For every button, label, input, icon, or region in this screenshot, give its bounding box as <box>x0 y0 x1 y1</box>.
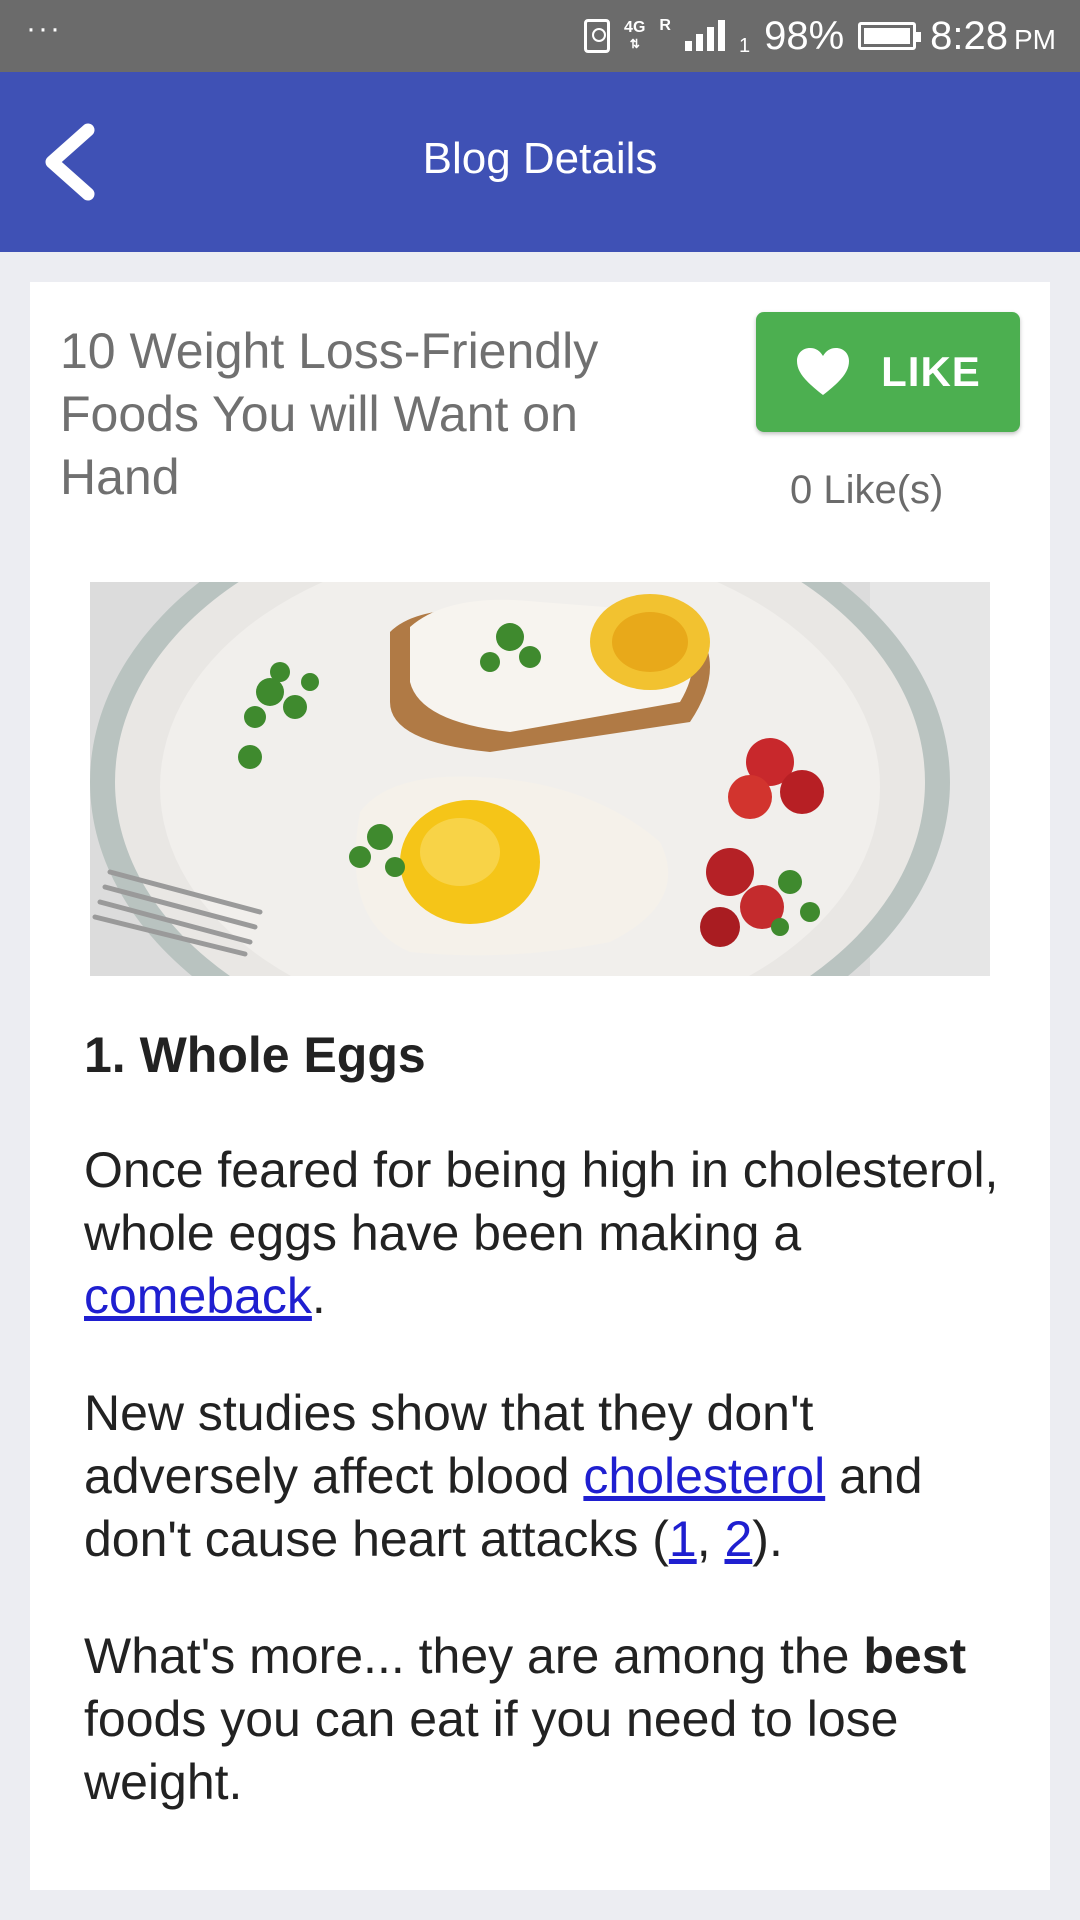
roaming-indicator: R <box>659 17 671 34</box>
article-paragraph: New studies show that they don't adverse… <box>84 1382 1004 1571</box>
reference-link-1[interactable]: 1 <box>669 1511 697 1567</box>
paragraph-text: , <box>696 1511 725 1567</box>
like-button[interactable]: LIKE <box>756 312 1020 432</box>
article-heading: 1. Whole Eggs <box>84 1027 426 1083</box>
paragraph-text: . <box>311 1268 326 1324</box>
network-type: 4G ⇅ <box>624 19 646 52</box>
eggs-plate-illustration <box>90 582 990 976</box>
cholesterol-link[interactable]: cholesterol <box>583 1448 825 1504</box>
post-title: 10 Weight Loss-Friendly Foods You will W… <box>60 323 599 505</box>
article-paragraph: Once feared for being high in cholestero… <box>84 1139 1004 1328</box>
reference-link-2[interactable]: 2 <box>724 1511 752 1567</box>
blog-hero-image <box>90 582 990 976</box>
sim-slot: 1 <box>738 34 751 57</box>
paragraph-text: ). <box>752 1511 783 1567</box>
like-button-label: LIKE <box>881 348 981 395</box>
article-paragraph: What's more... they are among the best f… <box>84 1625 1004 1814</box>
app-bar: Blog Details <box>0 72 1080 252</box>
blog-card: 10 Weight Loss-Friendly Foods You will W… <box>30 282 1050 1890</box>
like-count: 0 Like(s) <box>790 468 944 512</box>
paragraph-text: Once feared for being high in cholestero… <box>84 1142 999 1261</box>
status-bar: ··· 4G ⇅ R 1 98% 8:28 PM <box>0 0 1080 72</box>
page-title: Blog Details <box>422 134 658 183</box>
alarm-icon <box>584 19 611 53</box>
article-body: 1. Whole Eggs Once feared for being high… <box>84 1024 1004 1868</box>
paragraph-text: foods you can eat if you need to lose we… <box>84 1691 899 1810</box>
battery-percent: 98% <box>764 13 845 58</box>
paragraph-text: What's more... they are among the <box>84 1628 864 1684</box>
comeback-link[interactable]: comeback <box>84 1268 312 1324</box>
clock-ampm: PM <box>1014 24 1056 55</box>
notification-dots: ··· <box>26 12 62 45</box>
heart-icon <box>797 348 850 395</box>
signal-strength-icon <box>684 20 725 51</box>
status-icons: 4G ⇅ R 1 98% 8:28 PM <box>584 0 1056 72</box>
bold-text: best <box>863 1628 967 1684</box>
clock-time: 8:28 <box>930 13 1008 58</box>
network-type-label: 4G <box>624 19 646 36</box>
battery-icon <box>858 22 922 50</box>
